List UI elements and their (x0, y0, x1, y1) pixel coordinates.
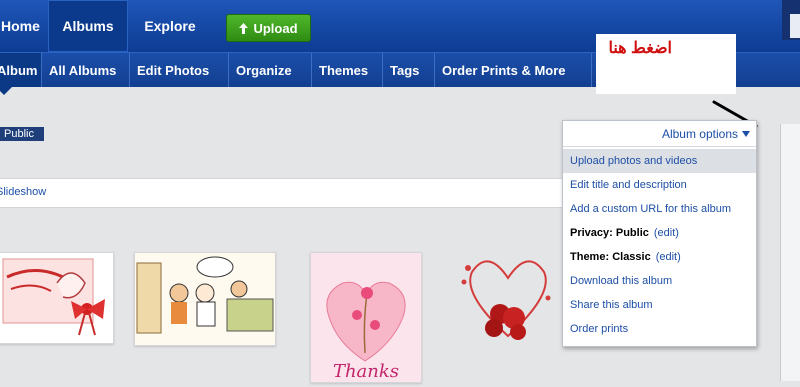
menu-item-label: Edit title and description (570, 179, 687, 191)
card-arabic-bow-image (2, 258, 105, 336)
right-panel (780, 124, 800, 381)
photo-thumbnail[interactable] (134, 252, 276, 346)
annotation-text: اضغط هنا (608, 40, 672, 57)
tab-edit-photos[interactable]: Edit Photos (130, 53, 229, 87)
upload-arrow-icon (239, 22, 249, 34)
roses-heart-image (461, 260, 551, 340)
triangle-down-icon (742, 130, 750, 137)
annotation-box: اضغط هنا (596, 34, 736, 94)
cartoon-office-image (135, 253, 275, 345)
menu-item-label: Share this album (570, 299, 653, 311)
tab-label: Order Prints & More (442, 62, 566, 78)
menu-order-prints[interactable]: Order prints (563, 317, 756, 341)
theme-edit-link[interactable]: (edit) (656, 251, 681, 263)
tab-label: Tags (390, 62, 420, 78)
privacy-edit-link[interactable]: (edit) (654, 227, 679, 239)
tab-order-prints[interactable]: Order Prints & More (435, 53, 592, 87)
menu-edit-title[interactable]: Edit title and description (563, 173, 756, 197)
tab-album[interactable]: Album (0, 53, 42, 95)
privacy-badge-label: Public (4, 128, 34, 140)
tab-all-albums[interactable]: All Albums (42, 53, 130, 87)
svg-text:Thanks: Thanks (333, 361, 399, 382)
menu-upload-photos[interactable]: Upload photos and videos (563, 149, 756, 173)
tab-label: Edit Photos (137, 62, 210, 78)
photo-thumbnail[interactable] (0, 252, 114, 344)
menu-item-label: Order prints (570, 323, 629, 335)
nav-home[interactable]: Home (0, 0, 49, 52)
nav-albums-label: Albums (62, 18, 114, 34)
privacy-badge: Public (0, 127, 44, 141)
slideshow-link[interactable]: Slideshow (0, 186, 46, 198)
tab-label: Themes (319, 62, 369, 78)
tab-label: All Albums (49, 62, 117, 78)
photo-thumbnail[interactable]: Thanks (310, 252, 422, 383)
upload-button[interactable]: Upload (226, 14, 311, 42)
nav-explore[interactable]: Explore (130, 0, 210, 52)
nav-home-label: Home (1, 18, 40, 34)
photo-thumbnail[interactable] (458, 248, 558, 348)
tab-tags[interactable]: Tags (383, 53, 435, 87)
tab-organize[interactable]: Organize (229, 53, 312, 87)
upload-label: Upload (253, 20, 298, 36)
privacy-label: Privacy: (570, 227, 613, 239)
menu-item-label: Add a custom URL for this album (570, 203, 731, 215)
header-corner-panel (790, 14, 800, 38)
theme-label: Theme: (570, 251, 610, 263)
album-options-dropdown: Album options Upload photos and videos E… (562, 120, 757, 347)
nav-explore-label: Explore (144, 18, 196, 34)
menu-theme: Theme: Classic (edit) (563, 245, 756, 269)
privacy-value: Public (615, 227, 649, 239)
thanks-card-image: Thanks (311, 253, 421, 382)
album-options-button[interactable]: Album options (563, 121, 756, 147)
nav-albums[interactable]: Albums (48, 0, 128, 52)
menu-custom-url[interactable]: Add a custom URL for this album (563, 197, 756, 221)
menu-item-label: Download this album (570, 275, 673, 287)
menu-item-label: Upload photos and videos (570, 155, 698, 167)
menu-share-album[interactable]: Share this album (563, 293, 756, 317)
tab-label: Album (0, 62, 38, 78)
slideshow-bar: Slideshow (0, 178, 562, 208)
album-options-label: Album options (661, 126, 738, 141)
menu-download-album[interactable]: Download this album (563, 269, 756, 293)
tab-themes[interactable]: Themes (312, 53, 383, 87)
menu-privacy: Privacy: Public (edit) (563, 221, 756, 245)
theme-value: Classic (612, 251, 651, 263)
tab-label: Organize (236, 62, 292, 78)
